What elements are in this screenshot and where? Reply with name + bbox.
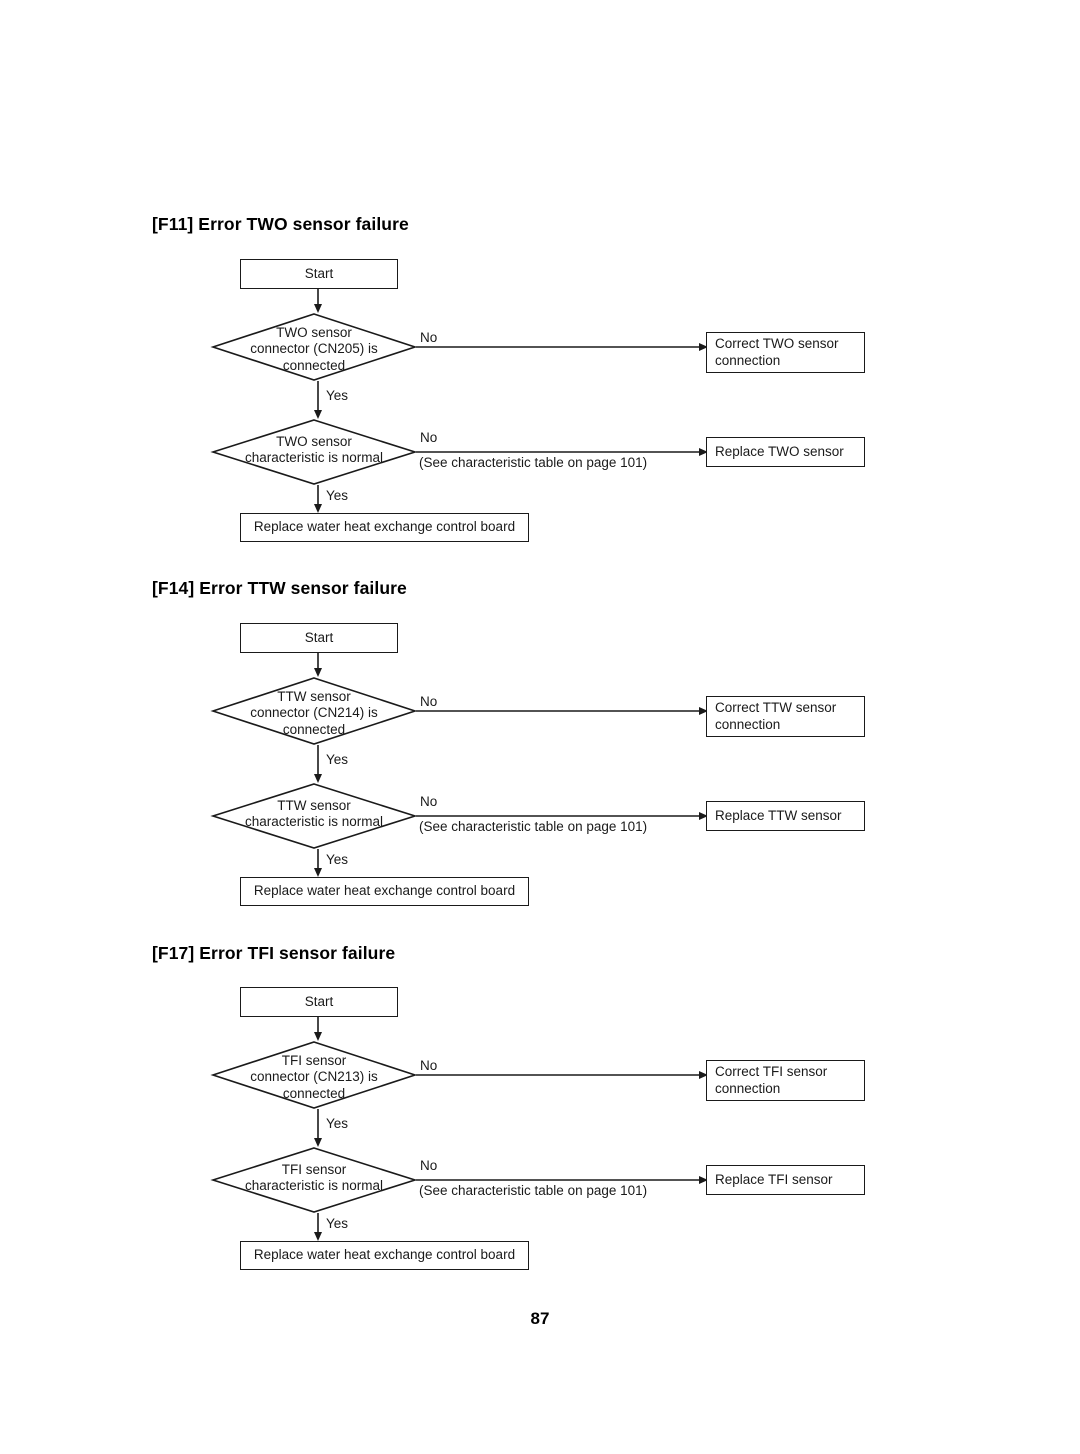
action-line-2: connection [715,352,781,368]
decision-node-characteristic-f17: TFI sensor characteristic is normal [210,1147,418,1213]
note-characteristic-table-f14: (See characteristic table on page 101) [419,819,648,834]
action-node-correct-connection-f11: Correct TWO sensor connection [706,332,865,373]
edge-label-no-decision2-f11: No [420,430,438,445]
action-node-replace-sensor-f11: Replace TWO sensor [706,437,865,467]
edge-label-no-decision1-f11: No [420,330,438,345]
action-node-replace-sensor-f17: Replace TFI sensor [706,1165,865,1195]
connector-start-to-decision1-f17 [314,1017,322,1041]
diamond-shape-icon [210,313,418,381]
edge-label-yes-decision2-f17: Yes [326,1216,349,1231]
final-action-node-f17: Replace water heat exchange control boar… [240,1241,529,1270]
edge-label-no-decision1-f14: No [420,694,438,709]
edge-label-yes-decision1-f14: Yes [326,752,349,767]
action-line-2: connection [715,716,781,732]
edge-label-yes-decision1-f11: Yes [326,388,349,403]
edge-label-yes-decision1-f17: Yes [326,1116,349,1131]
decision-node-connector-f14: TTW sensor connector (CN214) is connecte… [210,677,418,745]
action-line-1: Correct TWO sensor [715,335,839,351]
note-characteristic-table-f11: (See characteristic table on page 101) [419,455,648,470]
diamond-shape-icon [210,1041,418,1109]
start-node-f11: Start [240,259,398,289]
note-characteristic-table-f17: (See characteristic table on page 101) [419,1183,648,1198]
connector-start-to-decision1-f11 [314,289,322,313]
document-page: [F11] Error TWO sensor failure Start TWO… [0,0,1080,1454]
final-action-node-f14: Replace water heat exchange control boar… [240,877,529,906]
diamond-shape-icon [210,419,418,485]
connector-no-decision1-f17 [416,1071,708,1079]
action-node-replace-sensor-f14: Replace TTW sensor [706,801,865,831]
edge-label-no-decision2-f17: No [420,1158,438,1173]
section-heading-f14: [F14] Error TTW sensor failure [152,578,407,598]
section-heading-f17: [F17] Error TFI sensor failure [152,943,396,963]
section-heading-f11: [F11] Error TWO sensor failure [152,214,409,234]
start-node-f14: Start [240,623,398,653]
edge-label-yes-decision2-f14: Yes [326,852,349,867]
start-node-f17: Start [240,987,398,1017]
connector-start-to-decision1-f14 [314,653,322,677]
action-line-2: connection [715,1080,781,1096]
action-line-1: Correct TFI sensor [715,1063,828,1079]
diamond-shape-icon [210,783,418,849]
diamond-shape-icon [210,677,418,745]
page-number: 87 [530,1309,550,1328]
decision-node-connector-f11: TWO sensor connector (CN205) is connecte… [210,313,418,381]
connector-no-decision1-f14 [416,707,708,715]
decision-node-characteristic-f14: TTW sensor characteristic is normal [210,783,418,849]
connector-no-decision1-f11 [416,343,708,351]
action-node-correct-connection-f17: Correct TFI sensor connection [706,1060,865,1101]
edge-label-no-decision2-f14: No [420,794,438,809]
action-line-1: Correct TTW sensor [715,699,837,715]
edge-label-no-decision1-f17: No [420,1058,438,1073]
edge-label-yes-decision2-f11: Yes [326,488,349,503]
final-action-node-f11: Replace water heat exchange control boar… [240,513,529,542]
diamond-shape-icon [210,1147,418,1213]
decision-node-characteristic-f11: TWO sensor characteristic is normal [210,419,418,485]
decision-node-connector-f17: TFI sensor connector (CN213) is connecte… [210,1041,418,1109]
action-node-correct-connection-f14: Correct TTW sensor connection [706,696,865,737]
